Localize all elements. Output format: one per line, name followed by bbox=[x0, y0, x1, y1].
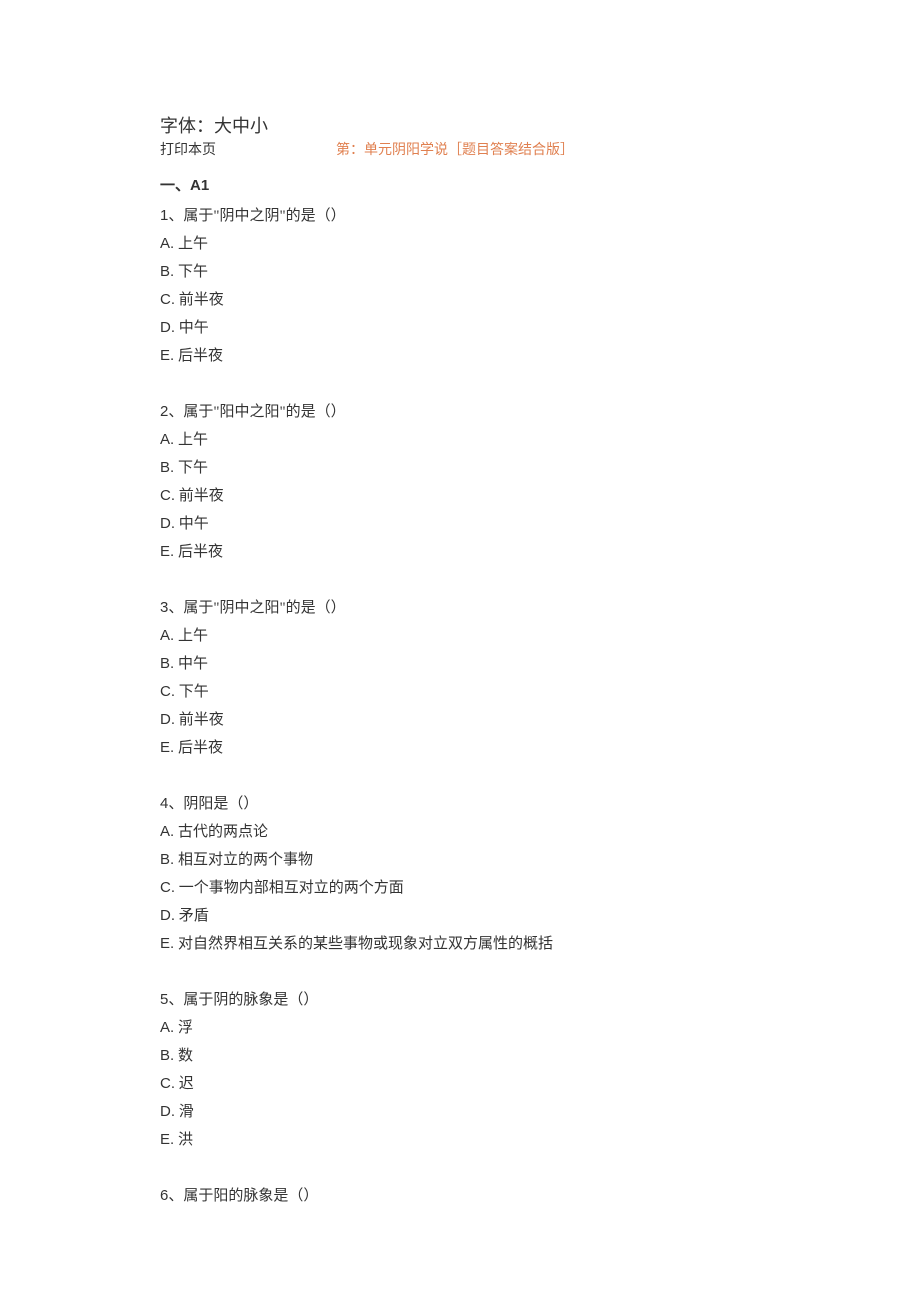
option: D. 滑 bbox=[160, 1098, 760, 1126]
option-letter: E. bbox=[160, 347, 174, 364]
option: B. 下午 bbox=[160, 454, 760, 482]
question-text: 、属于阳的脉象是（） bbox=[168, 1188, 318, 1204]
question-text: 、属于"阳中之阳"的是（） bbox=[168, 404, 345, 420]
option-letter: E. bbox=[160, 1131, 174, 1148]
option-text: 矛盾 bbox=[175, 908, 209, 924]
option-letter: E. bbox=[160, 935, 174, 952]
option-text: 浮 bbox=[174, 1020, 193, 1036]
question-stem: 6、属于阳的脉象是（） bbox=[160, 1182, 760, 1210]
option-letter: B. bbox=[160, 655, 174, 672]
option-letter: D. bbox=[160, 319, 175, 336]
question-text: 、阴阳是（） bbox=[168, 796, 258, 812]
question: 5、属于阴的脉象是（）A. 浮B. 数C. 迟D. 滑E. 洪 bbox=[160, 986, 760, 1154]
option-text: 上午 bbox=[174, 432, 208, 448]
option-letter: C. bbox=[160, 879, 175, 896]
option: D. 中午 bbox=[160, 314, 760, 342]
option-letter: A. bbox=[160, 431, 174, 448]
option-letter: B. bbox=[160, 459, 174, 476]
question-text: 、属于"阴中之阴"的是（） bbox=[168, 208, 345, 224]
option: E. 后半夜 bbox=[160, 342, 760, 370]
option: D. 中午 bbox=[160, 510, 760, 538]
option-letter: E. bbox=[160, 739, 174, 756]
option: C. 下午 bbox=[160, 678, 760, 706]
option-text: 上午 bbox=[174, 236, 208, 252]
option-letter: B. bbox=[160, 263, 174, 280]
option: B. 中午 bbox=[160, 650, 760, 678]
option-letter: E. bbox=[160, 543, 174, 560]
option-text: 中午 bbox=[174, 656, 208, 672]
option: A. 古代的两点论 bbox=[160, 818, 760, 846]
option-text: 中午 bbox=[175, 516, 209, 532]
section-heading: 一、A1 bbox=[160, 172, 760, 200]
question: 2、属于"阳中之阳"的是（）A. 上午B. 下午C. 前半夜D. 中午E. 后半… bbox=[160, 398, 760, 566]
option-text: 中午 bbox=[175, 320, 209, 336]
option: C. 迟 bbox=[160, 1070, 760, 1098]
question-text: 、属于"阴中之阳"的是（） bbox=[168, 600, 345, 616]
option-letter: C. bbox=[160, 291, 175, 308]
question: 3、属于"阴中之阳"的是（）A. 上午B. 中午C. 下午D. 前半夜E. 后半… bbox=[160, 594, 760, 762]
option-letter: C. bbox=[160, 1075, 175, 1092]
option-letter: D. bbox=[160, 1103, 175, 1120]
option-text: 下午 bbox=[174, 264, 208, 280]
option-text: 相互对立的两个事物 bbox=[174, 852, 313, 868]
option-letter: D. bbox=[160, 515, 175, 532]
print-page-link[interactable]: 打印本页 bbox=[160, 138, 216, 163]
option-letter: A. bbox=[160, 627, 174, 644]
option: E. 后半夜 bbox=[160, 538, 760, 566]
option: E. 对自然界相互关系的某些事物或现象对立双方属性的概括 bbox=[160, 930, 760, 958]
option-text: 一个事物内部相互对立的两个方面 bbox=[175, 880, 404, 896]
question-stem: 4、阴阳是（） bbox=[160, 790, 760, 818]
question-text: 、属于阴的脉象是（） bbox=[168, 992, 318, 1008]
option-text: 后半夜 bbox=[174, 740, 223, 756]
question: 1、属于"阴中之阴"的是（）A. 上午B. 下午C. 前半夜D. 中午E. 后半… bbox=[160, 202, 760, 370]
option-text: 数 bbox=[174, 1048, 193, 1064]
option: A. 上午 bbox=[160, 622, 760, 650]
option-text: 上午 bbox=[174, 628, 208, 644]
question-stem: 3、属于"阴中之阳"的是（） bbox=[160, 594, 760, 622]
option: E. 后半夜 bbox=[160, 734, 760, 762]
option: D. 矛盾 bbox=[160, 902, 760, 930]
option: C. 前半夜 bbox=[160, 286, 760, 314]
option-text: 迟 bbox=[175, 1076, 194, 1092]
option: A. 上午 bbox=[160, 230, 760, 258]
option: E. 洪 bbox=[160, 1126, 760, 1154]
option-text: 对自然界相互关系的某些事物或现象对立双方属性的概括 bbox=[174, 936, 553, 952]
option-text: 滑 bbox=[175, 1104, 194, 1120]
question-stem: 1、属于"阴中之阴"的是（） bbox=[160, 202, 760, 230]
option-text: 后半夜 bbox=[174, 348, 223, 364]
option-letter: B. bbox=[160, 1047, 174, 1064]
option-text: 前半夜 bbox=[175, 292, 224, 308]
option-letter: C. bbox=[160, 683, 175, 700]
option-letter: B. bbox=[160, 851, 174, 868]
question: 4、阴阳是（）A. 古代的两点论B. 相互对立的两个事物C. 一个事物内部相互对… bbox=[160, 790, 760, 958]
option: D. 前半夜 bbox=[160, 706, 760, 734]
option-letter: A. bbox=[160, 1019, 174, 1036]
option-text: 后半夜 bbox=[174, 544, 223, 560]
option: A. 上午 bbox=[160, 426, 760, 454]
option-text: 下午 bbox=[175, 684, 209, 700]
option: A. 浮 bbox=[160, 1014, 760, 1042]
option-letter: D. bbox=[160, 907, 175, 924]
document-title: 第：单元阴阳学说［题目答案结合版］ bbox=[336, 138, 574, 163]
option: B. 相互对立的两个事物 bbox=[160, 846, 760, 874]
option-letter: A. bbox=[160, 235, 174, 252]
option-text: 前半夜 bbox=[175, 712, 224, 728]
header-row: 打印本页 第：单元阴阳学说［题目答案结合版］ bbox=[160, 138, 760, 163]
option: C. 前半夜 bbox=[160, 482, 760, 510]
section-prefix: 一、 bbox=[160, 178, 190, 194]
option: B. 下午 bbox=[160, 258, 760, 286]
option-letter: D. bbox=[160, 711, 175, 728]
option: C. 一个事物内部相互对立的两个方面 bbox=[160, 874, 760, 902]
option: B. 数 bbox=[160, 1042, 760, 1070]
option-text: 古代的两点论 bbox=[174, 824, 268, 840]
option-text: 前半夜 bbox=[175, 488, 224, 504]
option-letter: A. bbox=[160, 823, 174, 840]
section-code: A1 bbox=[190, 177, 209, 194]
option-text: 洪 bbox=[174, 1132, 193, 1148]
option-letter: C. bbox=[160, 487, 175, 504]
option-text: 下午 bbox=[174, 460, 208, 476]
question: 6、属于阳的脉象是（） bbox=[160, 1182, 760, 1210]
question-stem: 5、属于阴的脉象是（） bbox=[160, 986, 760, 1014]
question-stem: 2、属于"阳中之阳"的是（） bbox=[160, 398, 760, 426]
